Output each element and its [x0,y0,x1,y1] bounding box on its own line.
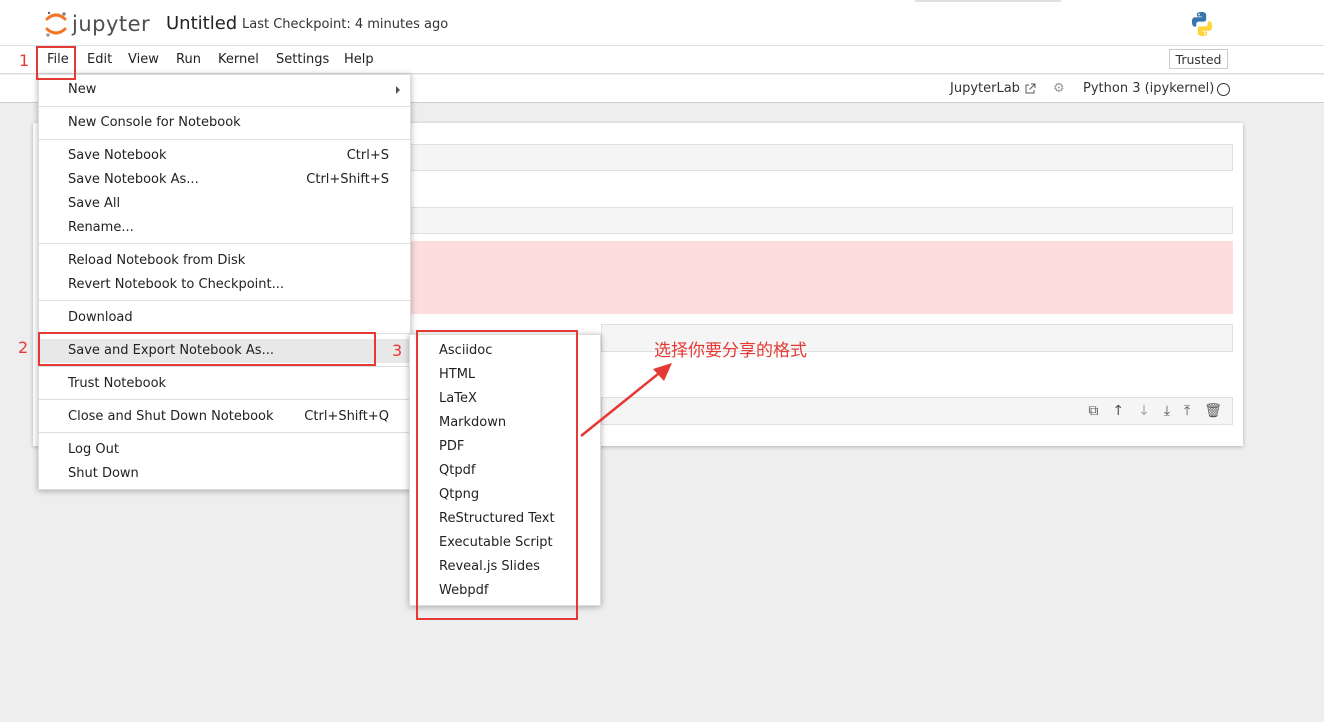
menu-trust-notebook[interactable]: Trust Notebook [39,372,410,396]
menu-divider [39,399,410,400]
header-tab-line [915,0,1061,2]
error-output [410,241,1233,314]
menu-log-out[interactable]: Log Out [39,438,410,462]
menu-divider [39,243,410,244]
code-cell-input[interactable] [410,144,1233,171]
menu-kernel[interactable]: Kernel [218,52,259,67]
menu-settings[interactable]: Settings [276,52,329,67]
menu-close-shutdown[interactable]: Close and Shut Down Notebook Ctrl+Shift+… [39,405,410,429]
kernel-idle-icon [1217,83,1230,96]
move-down-icon[interactable]: ↓ [1138,403,1150,419]
menu-edit[interactable]: Edit [87,52,112,67]
annotation-step-3: 3 [392,341,403,360]
jupyterlab-link[interactable]: JupyterLab [950,81,1036,96]
app-header: jupyter Untitled Last Checkpoint: 4 minu… [0,0,1324,46]
move-up-icon[interactable]: ↑ [1112,403,1124,419]
menu-divider [39,300,410,301]
code-cell-input[interactable] [410,207,1233,234]
last-checkpoint: Last Checkpoint: 4 minutes ago [242,17,449,32]
external-link-icon [1025,83,1036,93]
menu-revert[interactable]: Revert Notebook to Checkpoint... [39,273,410,297]
jupyter-logo[interactable]: jupyter [44,8,150,40]
menu-run[interactable]: Run [176,52,201,67]
menu-download[interactable]: Download [39,306,410,330]
menu-divider [39,106,410,107]
file-menu: New New Console for Notebook Save Notebo… [38,74,411,490]
menu-save-notebook-as[interactable]: Save Notebook As... Ctrl+Shift+S [39,168,410,192]
jupyter-orbit-icon [45,11,67,37]
menu-new-console[interactable]: New Console for Notebook [39,111,410,135]
cell-toolbar: ⧉ ↑ ↓ ⤓ ⤒ 🗑 [601,397,1233,425]
menu-divider [39,432,410,433]
duplicate-icon[interactable]: ⧉ [1088,403,1098,419]
kernel-name[interactable]: Python 3 (ipykernel) [1083,81,1214,96]
menu-rename[interactable]: Rename... [39,216,410,240]
menubar: File Edit View Run Kernel Settings Help … [0,46,1324,74]
menu-new[interactable]: New [39,78,410,102]
python-logo-icon [1191,12,1213,36]
annotation-note: 选择你要分享的格式 [654,341,807,361]
annotation-arrow-icon [580,363,672,437]
menu-save-notebook[interactable]: Save Notebook Ctrl+S [39,144,410,168]
menu-help[interactable]: Help [344,52,374,67]
menu-reload[interactable]: Reload Notebook from Disk [39,249,410,273]
menu-divider [39,139,410,140]
delete-icon[interactable]: 🗑 [1204,403,1222,419]
menu-view[interactable]: View [128,52,159,67]
notebook-title[interactable]: Untitled [166,13,237,34]
kernel-status-gear-icon: ⚙ [1053,81,1065,96]
menu-save-all[interactable]: Save All [39,192,410,216]
insert-above-icon[interactable]: ⤓ [1164,403,1170,419]
menu-shut-down[interactable]: Shut Down [39,462,410,486]
insert-below-icon[interactable]: ⤒ [1184,403,1190,419]
annotation-box-formats [416,330,578,620]
submenu-arrow-icon [396,86,400,94]
annotation-box-export [38,332,376,366]
annotation-box-file [36,46,76,80]
annotation-step-1: 1 [19,51,30,70]
trusted-indicator[interactable]: Trusted [1169,49,1228,69]
brand-name: jupyter [72,12,151,36]
jupyterlab-link-label: JupyterLab [950,81,1020,96]
annotation-step-2: 2 [18,338,29,357]
menu-divider [39,366,410,367]
